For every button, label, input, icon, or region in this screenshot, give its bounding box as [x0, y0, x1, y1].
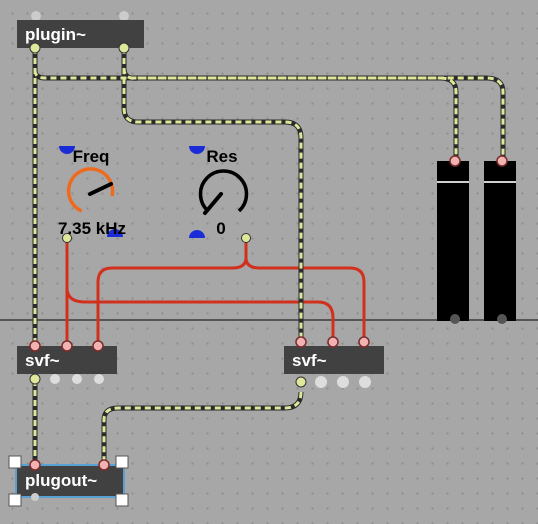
res-dial-title: Res	[206, 147, 238, 166]
level-meter-right[interactable]	[484, 155, 516, 324]
control-cords	[65, 237, 366, 342]
plugin-object[interactable]: plugin~	[17, 20, 144, 48]
freq-dial-title: Freq	[72, 147, 110, 166]
signal-cord-svf-right-to-plugout	[102, 391, 303, 465]
cord-res-to-svf-right	[244, 237, 366, 342]
freq-dial-needle	[88, 182, 113, 196]
res-dial-inlet	[189, 146, 205, 154]
level-meter-left[interactable]	[437, 155, 469, 324]
freq-dial-value: 7.35 kHz	[57, 219, 127, 238]
freq-dial-arc	[66, 167, 115, 213]
res-dial-needle	[203, 192, 223, 215]
cord-freq-to-svf-right	[65, 237, 335, 342]
plugout-object[interactable]: plugout~	[15, 464, 125, 498]
signal-cords	[32, 48, 506, 465]
res-dial-value: 0	[216, 219, 226, 238]
svf-object-right[interactable]: svf~	[284, 346, 384, 374]
signal-cord-plugin-right-to-meter	[122, 48, 505, 165]
cord-res-to-svf-left	[96, 237, 248, 342]
svf-object-left[interactable]: svf~	[17, 346, 117, 374]
res-dial-arc	[198, 169, 249, 213]
